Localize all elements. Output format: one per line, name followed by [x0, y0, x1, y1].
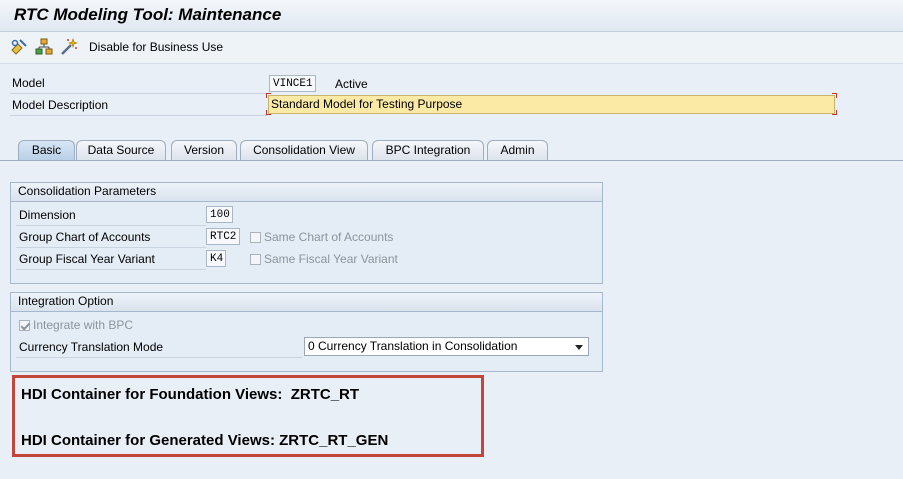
row-divider [16, 247, 206, 248]
integration-option-title: Integration Option [11, 293, 602, 312]
window-title: RTC Modeling Tool: Maintenance [14, 5, 282, 24]
tab-consolidation-view[interactable]: Consolidation View [240, 140, 368, 160]
group-chart-of-accounts-field: RTC2 [206, 228, 240, 245]
model-status: Active [335, 77, 368, 91]
tab-basic[interactable]: Basic [18, 140, 75, 161]
integration-option-group: Integration Option [10, 292, 603, 372]
hierarchy-icon[interactable] [35, 38, 53, 56]
group-chart-of-accounts-label: Group Chart of Accounts [19, 230, 151, 244]
required-corner-mark [832, 110, 837, 115]
tab-strip-divider [0, 160, 903, 161]
same-fiscal-year-variant-label: Same Fiscal Year Variant [264, 252, 398, 266]
group-fiscal-year-variant-label: Group Fiscal Year Variant [19, 252, 155, 266]
model-description-label: Model Description [12, 98, 109, 112]
currency-translation-mode-dropdown[interactable]: 0 Currency Translation in Consolidation [304, 337, 589, 356]
hdi-generated-views-text: HDI Container for Generated Views: ZRTC_… [21, 432, 389, 449]
integrate-with-bpc-label: Integrate with BPC [33, 318, 134, 332]
tab-bpc-integration[interactable]: BPC Integration [372, 140, 484, 160]
magic-wand-icon[interactable] [60, 38, 78, 56]
model-description-row: Model Description [10, 96, 268, 116]
dimension-label: Dimension [19, 208, 76, 222]
tab-data-source[interactable]: Data Source [76, 140, 166, 160]
row-divider [16, 269, 206, 270]
application-toolbar: Disable for Business Use [0, 32, 903, 64]
hdi-container-callout: HDI Container for Foundation Views: ZRTC… [12, 375, 484, 457]
model-description-input[interactable]: Standard Model for Testing Purpose [268, 95, 835, 114]
required-corner-mark [832, 93, 837, 98]
group-fiscal-year-variant-field: K4 [206, 250, 226, 267]
same-fiscal-year-variant-checkbox[interactable] [250, 254, 261, 265]
required-corner-mark [266, 93, 271, 98]
currency-translation-mode-value: 0 Currency Translation in Consolidation [308, 339, 518, 353]
row-divider [16, 357, 302, 358]
display-change-icon[interactable] [10, 38, 28, 56]
chevron-down-icon[interactable] [575, 345, 583, 350]
row-divider [16, 225, 206, 226]
hdi-foundation-views-text: HDI Container for Foundation Views: ZRTC… [21, 386, 360, 403]
same-chart-of-accounts-label: Same Chart of Accounts [264, 230, 394, 244]
model-field: VINCE1 [269, 75, 316, 92]
required-corner-mark [266, 110, 271, 115]
model-row: Model [10, 74, 268, 94]
tab-admin[interactable]: Admin [487, 140, 548, 160]
integrate-with-bpc-checkbox[interactable] [19, 320, 30, 331]
tab-version[interactable]: Version [171, 140, 237, 160]
tab-strip: Basic Data Source Version Consolidation … [0, 140, 903, 161]
consolidation-parameters-title: Consolidation Parameters [11, 183, 602, 202]
dimension-field: 100 [206, 206, 233, 223]
disable-for-business-use-button[interactable]: Disable for Business Use [89, 40, 223, 54]
title-bar: RTC Modeling Tool: Maintenance [0, 0, 903, 32]
model-label: Model [12, 76, 45, 90]
currency-translation-mode-label: Currency Translation Mode [19, 340, 164, 354]
same-chart-of-accounts-checkbox[interactable] [250, 232, 261, 243]
